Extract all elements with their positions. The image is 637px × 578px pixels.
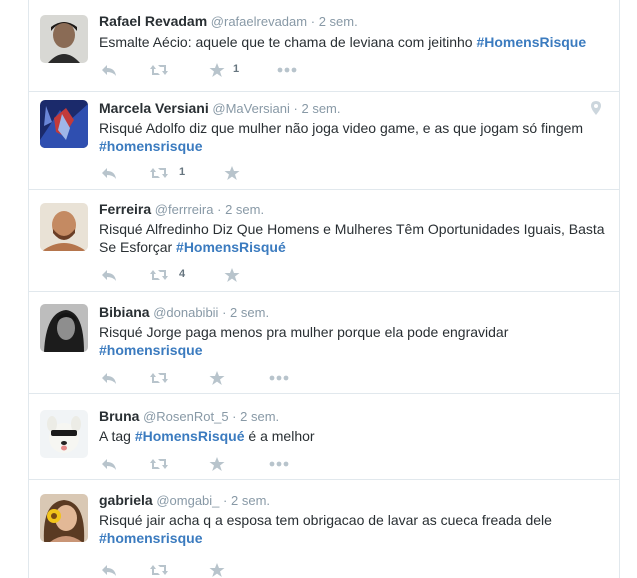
tweet-text-body: Risqué jair acha q a esposa tem obrigaca… — [99, 512, 552, 528]
timestamp[interactable]: 2 sem. — [225, 202, 264, 217]
retweet-icon[interactable] — [149, 62, 169, 78]
tweet[interactable]: gabriela @omgabi_ · 2 sem. Risqué jair a… — [29, 480, 619, 578]
timestamp[interactable]: 2 sem. — [231, 493, 270, 508]
star-icon[interactable] — [209, 456, 225, 472]
username[interactable]: @RosenRot_5 — [143, 409, 228, 424]
tweet-text-tail: é a melhor — [244, 428, 315, 444]
fullname[interactable]: Bibiana — [99, 304, 150, 320]
tweet-text: Risqué Jorge paga menos pra mulher porqu… — [99, 323, 609, 359]
tweet-actions — [99, 456, 319, 472]
fullname[interactable]: Ferreira — [99, 201, 151, 217]
tweet[interactable]: Bibiana @donabibii · 2 sem. Risqué Jorge… — [29, 292, 619, 394]
avatar[interactable] — [40, 304, 88, 352]
separator-dot: · — [293, 101, 298, 116]
tweet-header: gabriela @omgabi_ · 2 sem. — [99, 492, 270, 508]
timestamp[interactable]: 2 sem. — [240, 409, 279, 424]
tweet[interactable]: Rafael Revadam @rafaelrevadam · 2 sem. E… — [29, 0, 619, 92]
more-icon[interactable] — [277, 67, 297, 83]
timeline: Rafael Revadam @rafaelrevadam · 2 sem. E… — [28, 0, 620, 578]
retweet-icon[interactable] — [149, 456, 169, 472]
star-icon[interactable] — [209, 62, 225, 78]
hashtag-link[interactable]: #HomensRisqué — [135, 428, 245, 444]
tweet[interactable]: Bruna @RosenRot_5 · 2 sem. A tag #Homens… — [29, 394, 619, 480]
reply-icon[interactable] — [101, 370, 117, 386]
location-pin-icon[interactable] — [591, 101, 601, 120]
timestamp[interactable]: 2 sem. — [319, 14, 358, 29]
favorite-count: 1 — [233, 63, 240, 75]
username[interactable]: @omgabi_ — [156, 493, 219, 508]
reply-icon[interactable] — [101, 267, 117, 283]
star-icon[interactable] — [224, 165, 240, 181]
separator-dot: · — [217, 202, 222, 217]
avatar[interactable] — [40, 410, 88, 458]
hashtag-link[interactable]: #homensrisque — [99, 342, 202, 358]
retweet-icon[interactable] — [149, 165, 169, 181]
retweet-icon[interactable] — [149, 267, 169, 283]
fullname[interactable]: Bruna — [99, 408, 139, 424]
tweet-text-body: Risqué Alfredinho Diz Que Homens e Mulhe… — [99, 221, 605, 255]
tweet-text-body: Risqué Jorge paga menos pra mulher porqu… — [99, 324, 509, 340]
separator-dot: · — [223, 493, 228, 508]
separator-dot: · — [232, 409, 237, 424]
reply-icon[interactable] — [101, 456, 117, 472]
tweet-header: Bruna @RosenRot_5 · 2 sem. — [99, 408, 279, 424]
separator-dot: · — [310, 14, 316, 29]
avatar[interactable] — [40, 203, 88, 251]
avatar[interactable] — [40, 15, 88, 63]
retweet-icon[interactable] — [149, 562, 169, 578]
retweet-count: 4 — [179, 268, 186, 280]
tweet-text-body: A tag — [99, 428, 135, 444]
fullname[interactable]: gabriela — [99, 492, 153, 508]
tweet-header: Rafael Revadam @rafaelrevadam · 2 sem. — [99, 13, 358, 29]
reply-icon[interactable] — [101, 165, 117, 181]
hashtag-link[interactable]: #HomensRisqué — [176, 239, 286, 255]
star-icon[interactable] — [224, 267, 240, 283]
more-icon[interactable] — [269, 375, 289, 391]
username[interactable]: @MaVersiani — [212, 101, 290, 116]
hashtag-link[interactable]: #HomensRisque — [476, 34, 586, 50]
star-icon[interactable] — [209, 370, 225, 386]
tweet-text: Esmalte Aécio: aquele que te chama de le… — [99, 33, 609, 51]
timestamp[interactable]: 2 sem. — [301, 101, 340, 116]
more-icon[interactable] — [269, 461, 289, 477]
fullname[interactable]: Marcela Versiani — [99, 100, 209, 116]
fullname[interactable]: Rafael Revadam — [99, 13, 207, 29]
retweet-count: 1 — [179, 166, 186, 178]
reply-icon[interactable] — [101, 562, 117, 578]
tweet[interactable]: Ferreira @ferrreira · 2 sem. Risqué Alfr… — [29, 190, 619, 292]
tweet-text: Risqué Adolfo diz que mulher não joga vi… — [99, 119, 609, 155]
username[interactable]: @donabibii — [153, 305, 218, 320]
separator-dot: · — [222, 305, 227, 320]
tweet-text: A tag #HomensRisqué é a melhor — [99, 427, 609, 445]
tweet-actions — [99, 562, 319, 578]
reply-icon[interactable] — [101, 62, 117, 78]
retweet-icon[interactable] — [149, 370, 169, 386]
tweet-text-body: Risqué Adolfo diz que mulher não joga vi… — [99, 120, 584, 136]
star-icon[interactable] — [209, 562, 225, 578]
tweet-actions — [99, 370, 319, 386]
tweet-actions: 1 — [99, 165, 319, 181]
hashtag-link[interactable]: #homensrisque — [99, 138, 202, 154]
tweet-text: Risqué Alfredinho Diz Que Homens e Mulhe… — [99, 220, 609, 256]
hashtag-link[interactable]: #homensrisque — [99, 530, 202, 546]
tweet-actions: 4 — [99, 267, 319, 283]
tweet[interactable]: Marcela Versiani @MaVersiani · 2 sem. Ri… — [29, 92, 619, 190]
username[interactable]: @ferrreira — [155, 202, 214, 217]
tweet-header: Bibiana @donabibii · 2 sem. — [99, 304, 269, 320]
timestamp[interactable]: 2 sem. — [230, 305, 269, 320]
tweet-text-body: Esmalte Aécio: aquele que te chama de le… — [99, 34, 477, 50]
tweet-text: Risqué jair acha q a esposa tem obrigaca… — [99, 511, 609, 547]
avatar[interactable] — [40, 494, 88, 542]
tweet-actions: 1 — [99, 62, 319, 78]
username[interactable]: @rafaelrevadam — [211, 14, 307, 29]
avatar[interactable] — [40, 100, 88, 148]
tweet-header: Marcela Versiani @MaVersiani · 2 sem. — [99, 100, 341, 116]
tweet-header: Ferreira @ferrreira · 2 sem. — [99, 201, 264, 217]
